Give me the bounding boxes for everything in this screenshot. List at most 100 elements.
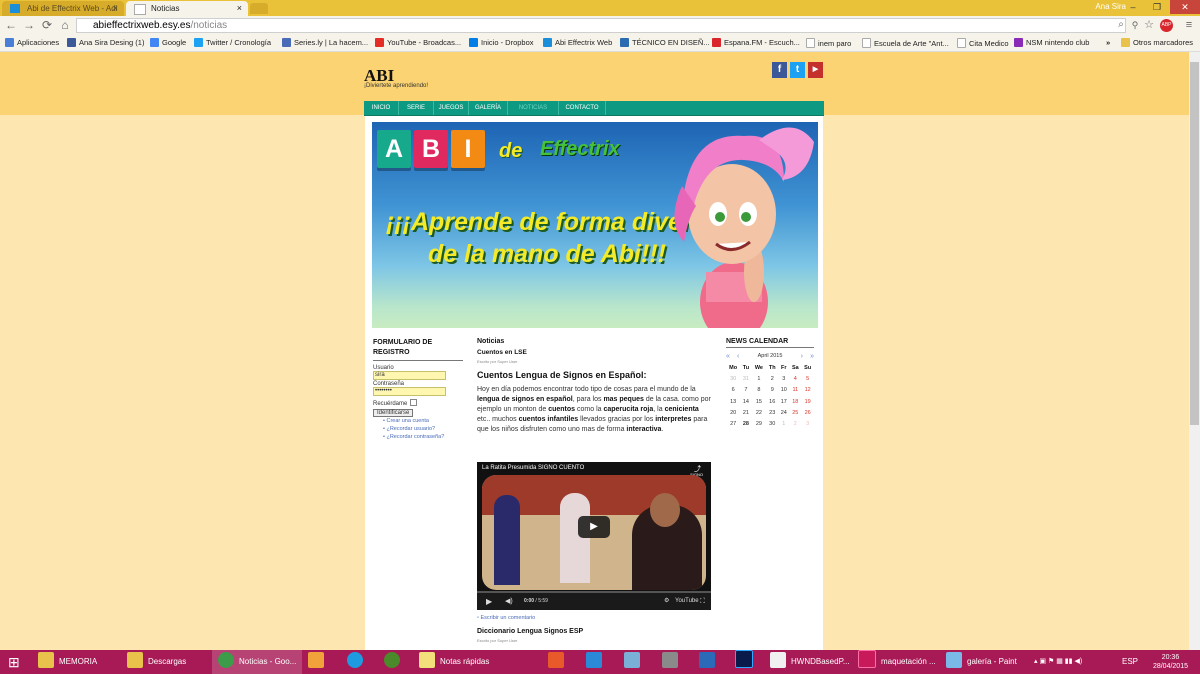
calendar-day[interactable]: 18 (789, 396, 801, 407)
bookmark-item[interactable]: Abi Effectrix Web (543, 38, 612, 47)
back-button[interactable]: ← (4, 18, 18, 32)
taskbar-item[interactable] (548, 650, 569, 674)
taskbar-item[interactable] (624, 650, 645, 674)
taskbar-item[interactable]: galería - Paint (946, 650, 1017, 674)
login-button[interactable]: Identificarse (373, 409, 414, 417)
home-button[interactable]: ⌂ (58, 18, 72, 32)
youtube-icon[interactable]: ▶ (808, 62, 823, 78)
taskbar-item[interactable]: maquetación ... (858, 650, 936, 674)
bookmark-item[interactable]: Cita Medico (957, 38, 1009, 48)
search-icon[interactable]: ⌕ (1114, 18, 1128, 32)
twitter-icon[interactable]: t (790, 62, 805, 78)
calendar-day[interactable]: 12 (801, 385, 814, 396)
nav-juegos[interactable]: JUEGOS (434, 101, 469, 115)
calendar-day[interactable]: 20 (726, 407, 740, 418)
close-window-button[interactable]: ✕ (1170, 0, 1200, 14)
volume-icon[interactable]: ◀) (505, 593, 513, 610)
youtube-brand[interactable]: YouTube (675, 593, 699, 610)
next-article-title[interactable]: Diccionario Lengua Signos ESP (477, 628, 583, 635)
forward-button[interactable]: → (22, 18, 36, 32)
calendar-day[interactable]: 9 (766, 385, 778, 396)
calendar-day[interactable]: 3 (778, 373, 789, 384)
calendar-day[interactable]: 24 (778, 407, 789, 418)
minimize-button[interactable]: – (1124, 0, 1142, 14)
bookmark-item[interactable]: inem paro (806, 38, 851, 48)
bookmark-item[interactable]: Ana Sira Desing (1) (67, 38, 144, 47)
maximize-button[interactable]: ❐ (1148, 0, 1166, 14)
play-icon[interactable]: ▶ (486, 593, 492, 610)
facebook-icon[interactable]: f (772, 62, 787, 78)
extension-icon[interactable]: ⚲ (1128, 18, 1142, 32)
adblock-icon[interactable]: ABP (1160, 19, 1173, 32)
taskbar-item-active[interactable]: Noticias - Goo... (212, 650, 302, 674)
bookmarks-overflow[interactable]: » (1106, 38, 1110, 47)
calendar-day[interactable]: 14 (740, 396, 751, 407)
address-bar[interactable]: abieffectrixweb.esy.es/noticias (76, 18, 1126, 33)
nav-contacto[interactable]: CONTACTO (559, 101, 606, 115)
fullscreen-icon[interactable]: ⛶ (700, 593, 705, 610)
taskbar-item[interactable]: Notas rápidas (419, 650, 489, 674)
video-title[interactable]: La Ratita Presumida SIGNO CUENTO (482, 465, 584, 471)
calendar-day[interactable]: 28 (740, 418, 751, 429)
username-input[interactable]: sira (373, 371, 446, 380)
reload-button[interactable]: ⟳ (40, 18, 54, 32)
bookmark-item[interactable]: Inicio - Dropbox (469, 38, 534, 47)
calendar-day[interactable]: 17 (778, 396, 789, 407)
article-subtitle[interactable]: Cuentos en LSE (477, 349, 712, 356)
video-player[interactable]: La Ratita Presumida SIGNO CUENTO ⤴ SIGNO… (477, 462, 711, 610)
taskbar-item[interactable] (347, 650, 368, 674)
password-input[interactable]: •••••••• (373, 387, 446, 396)
calendar-day[interactable]: 4 (789, 373, 801, 384)
calendar-day[interactable]: 6 (726, 385, 740, 396)
calendar-day[interactable]: 7 (740, 385, 751, 396)
bookmark-item[interactable]: Twitter / Cronología (194, 38, 271, 47)
bookmark-item[interactable]: Series.ly | La hacem... (282, 38, 368, 47)
calendar-day[interactable]: 26 (801, 407, 814, 418)
calendar-day[interactable]: 15 (752, 396, 767, 407)
calendar-day[interactable]: 25 (789, 407, 801, 418)
menu-icon[interactable]: ≡ (1182, 18, 1196, 32)
calendar-day[interactable]: 10 (778, 385, 789, 396)
bookmark-item[interactable]: YouTube - Broadcas... (375, 38, 461, 47)
taskbar-item[interactable]: HWNDBasedP... (770, 650, 850, 674)
calendar-day[interactable]: 23 (766, 407, 778, 418)
other-bookmarks[interactable]: Otros marcadores (1121, 38, 1193, 47)
next-month-icon[interactable]: › (801, 351, 803, 362)
taskbar-item[interactable] (662, 650, 683, 674)
prev-year-icon[interactable]: « (726, 351, 730, 362)
new-tab-button[interactable] (250, 3, 268, 14)
calendar-day[interactable]: 29 (752, 418, 767, 429)
forgot-password-link[interactable]: • ¿Recordar contraseña? (383, 433, 463, 441)
taskbar-item[interactable] (735, 650, 758, 674)
settings-icon[interactable]: ⚙ (664, 593, 669, 610)
calendar-day[interactable]: 2 (766, 373, 778, 384)
comment-link[interactable]: ▫ Escribir un comentario (477, 615, 535, 621)
bookmark-item[interactable]: Google (150, 38, 186, 47)
system-clock[interactable]: 20:36 28/04/2015 (1153, 653, 1188, 671)
taskbar-item[interactable] (308, 650, 329, 674)
calendar-day[interactable]: 8 (752, 385, 767, 396)
prev-month-icon[interactable]: ‹ (737, 351, 739, 362)
tray-icons[interactable]: ▴ ▣ ⚑ ▦ ▮▮ ◀) (1034, 650, 1082, 674)
taskbar-item[interactable] (586, 650, 607, 674)
calendar-day[interactable]: 27 (726, 418, 740, 429)
forgot-username-link[interactable]: • ¿Recordar usuario? (383, 425, 463, 433)
bookmark-item[interactable]: Espana.FM - Escuch... (712, 38, 800, 47)
taskbar-item[interactable] (384, 650, 405, 674)
next-year-icon[interactable]: » (810, 351, 814, 362)
scrollbar-thumb[interactable] (1190, 62, 1199, 425)
calendar-day[interactable]: 1 (752, 373, 767, 384)
tab-close-icon[interactable]: × (237, 1, 242, 16)
profile-name[interactable]: Ana Sira (1095, 2, 1126, 11)
language-indicator[interactable]: ESP (1122, 650, 1138, 674)
bookmark-item[interactable]: TÉCNICO EN DISEÑ... (620, 38, 710, 47)
calendar-day[interactable]: 13 (726, 396, 740, 407)
nav-serie[interactable]: SERIE (399, 101, 434, 115)
calendar-day[interactable]: 21 (740, 407, 751, 418)
play-button[interactable]: ▶ (578, 516, 610, 538)
calendar-day[interactable]: 30 (766, 418, 778, 429)
calendar-day[interactable]: 16 (766, 396, 778, 407)
tab-close-icon[interactable]: × (113, 1, 118, 16)
create-account-link[interactable]: • Crear una cuenta (383, 417, 463, 425)
bookmark-item[interactable]: Escuela de Arte "Ant... (862, 38, 949, 48)
